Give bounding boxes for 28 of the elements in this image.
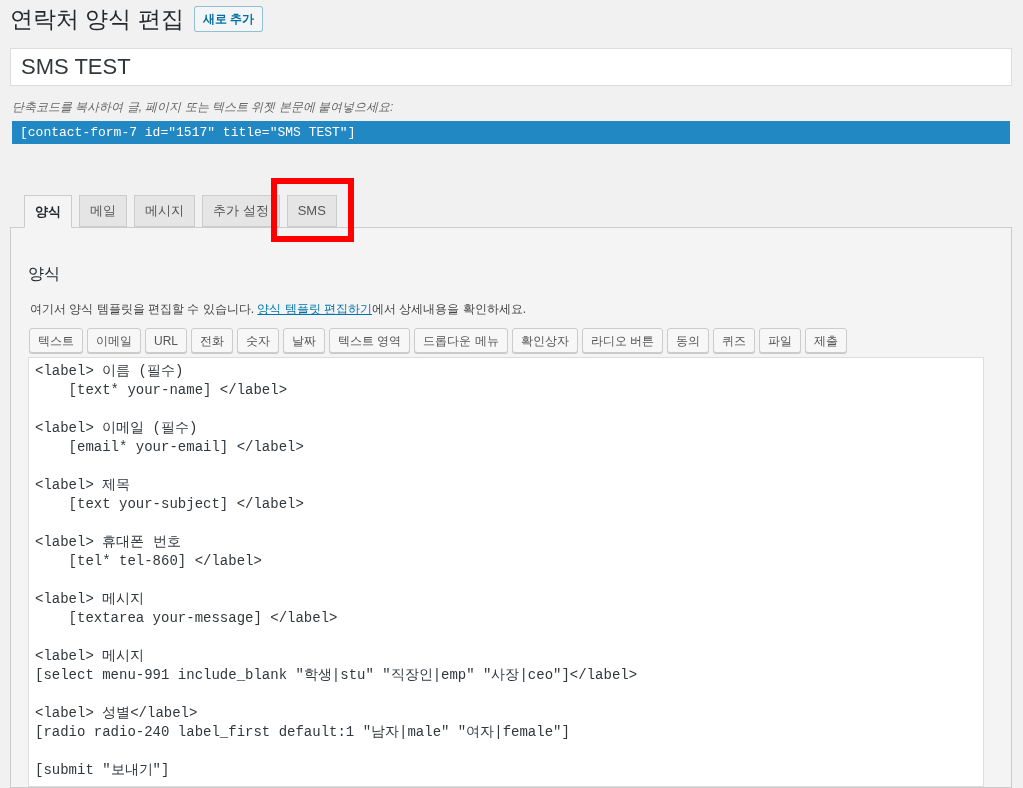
tag-button[interactable]: 퀴즈	[713, 328, 756, 353]
tab[interactable]: 메시지	[134, 195, 195, 227]
shortcode-hint: 단축코드를 복사하여 글, 페이지 또는 텍스트 위젯 본문에 붙여넣으세요:	[12, 99, 395, 116]
tag-button[interactable]: 텍스트	[29, 328, 83, 353]
tag-button[interactable]: 전화	[191, 328, 233, 353]
tag-button[interactable]: URL	[145, 328, 187, 353]
code-editor[interactable]: <label> 이름 (필수) [text* your-name] </label> <label> 이메일 (필수) [email* your-email] </label> <label> 제목 [text your-subject] </label> <label> 휴대폰 번호 [tel* tel-860] </label> <label> 메시지 [textarea your-message] </label> <label> 메시지 [select menu-991 include_blank "학생|stu" "직장인|emp" "사장|ceo"]</label> <label> 성별</label> [radio radio-240 label_first default:1 "남자|male" "여자|female"] [submit "보내기"]	[28, 357, 984, 787]
title-field[interactable]: SMS TEST	[10, 48, 1012, 86]
page-title: 연락처 양식 편집	[10, 5, 184, 34]
tag-button[interactable]: 숫자	[237, 328, 279, 353]
tag-button[interactable]: 라디오 버튼	[581, 328, 664, 353]
tab[interactable]: 추가 설정	[202, 195, 280, 227]
tag-button[interactable]: 확인상자	[511, 328, 578, 353]
shortcode-field[interactable]: [contact-form-7 id="1517" title="SMS TEST"]	[12, 121, 1010, 144]
tag-button[interactable]: 제출	[805, 328, 848, 353]
tab[interactable]: 양식	[24, 195, 72, 228]
template-link[interactable]: 양식 템플릿 편집하기	[257, 302, 372, 316]
tag-button[interactable]: 드롭다운 메뉴	[414, 328, 508, 353]
tag-button[interactable]: 이메일	[87, 328, 141, 353]
panel-heading: 양식	[28, 264, 61, 284]
tag-button[interactable]: 텍스트 영역	[329, 328, 411, 353]
tag-button[interactable]: 동의	[667, 328, 710, 353]
tag-button[interactable]: 날짜	[283, 328, 325, 353]
tag-button[interactable]: 파일	[759, 328, 802, 353]
add-new-button[interactable]: 새로 추가	[193, 6, 264, 32]
tab[interactable]: 메일	[79, 195, 127, 227]
tab[interactable]: SMS	[286, 195, 337, 227]
panel-description: 여기서 양식 템플릿을 편집할 수 있습니다. 양식 템플릿 편집하기에서 상세내용을 확인하세요.	[30, 301, 528, 318]
